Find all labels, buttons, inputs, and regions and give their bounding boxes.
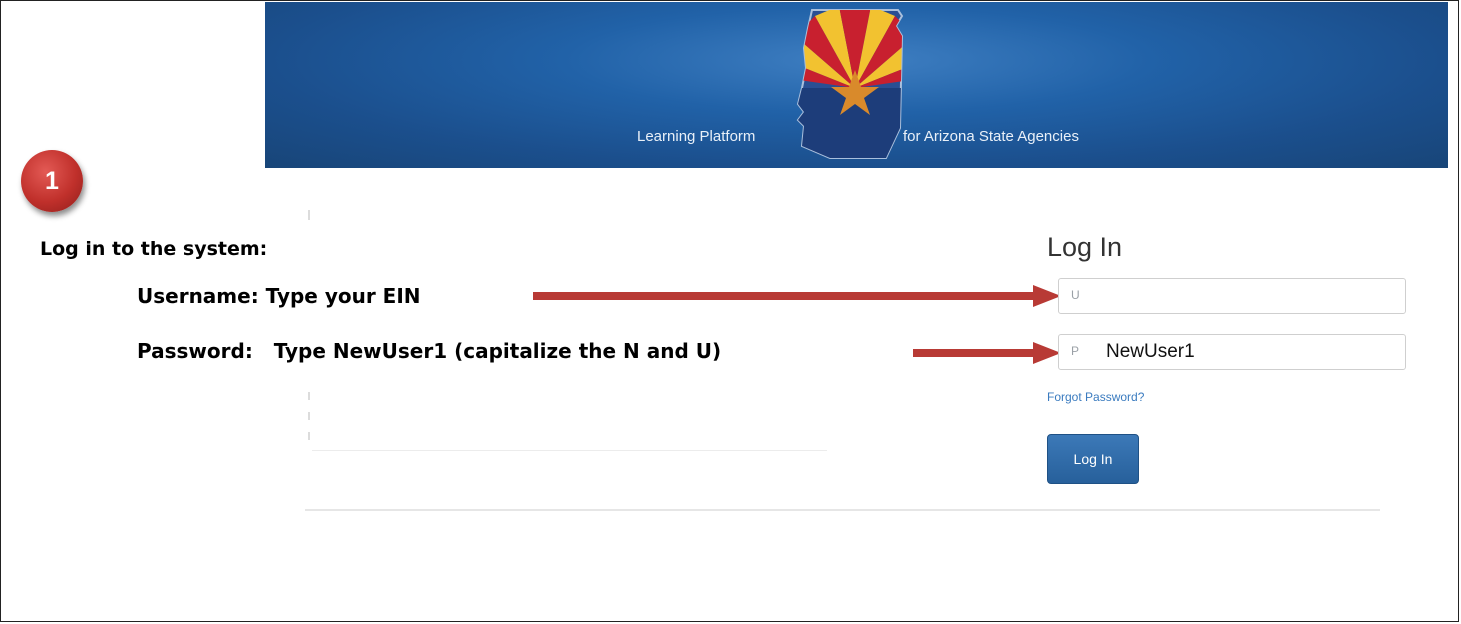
arrow-to-password-icon — [913, 342, 1061, 364]
fragment-mark — [308, 412, 310, 420]
fragment-mark — [308, 432, 310, 440]
password-input[interactable]: P NewUser1 — [1058, 334, 1406, 370]
fragment-mark — [308, 210, 310, 220]
password-placeholder: P — [1071, 344, 1080, 358]
fragment-mark — [308, 392, 310, 400]
instruction-password: Password: Type NewUser1 (capitalize the … — [137, 339, 722, 363]
forgot-password-link[interactable]: Forgot Password? — [1047, 390, 1144, 404]
arizona-state-flag-icon — [796, 9, 904, 159]
login-button[interactable]: Log In — [1047, 434, 1139, 484]
instruction-title: Log in to the system: — [40, 238, 268, 260]
divider — [305, 509, 1380, 511]
step-number-badge: 1 — [21, 150, 83, 212]
banner-right-text: for Arizona State Agencies — [903, 128, 1079, 145]
username-input[interactable]: U — [1058, 278, 1406, 314]
login-title: Log In — [1047, 232, 1123, 262]
header-banner: Learning Platform for Arizona State Agen… — [265, 2, 1448, 168]
banner-left-text: Learning Platform — [637, 128, 756, 145]
username-placeholder: U — [1071, 288, 1080, 302]
arrow-to-username-icon — [533, 285, 1061, 307]
password-value: NewUser1 — [1106, 341, 1195, 362]
instruction-username: Username: Type your EIN — [137, 284, 421, 308]
fragment-line — [312, 450, 827, 451]
